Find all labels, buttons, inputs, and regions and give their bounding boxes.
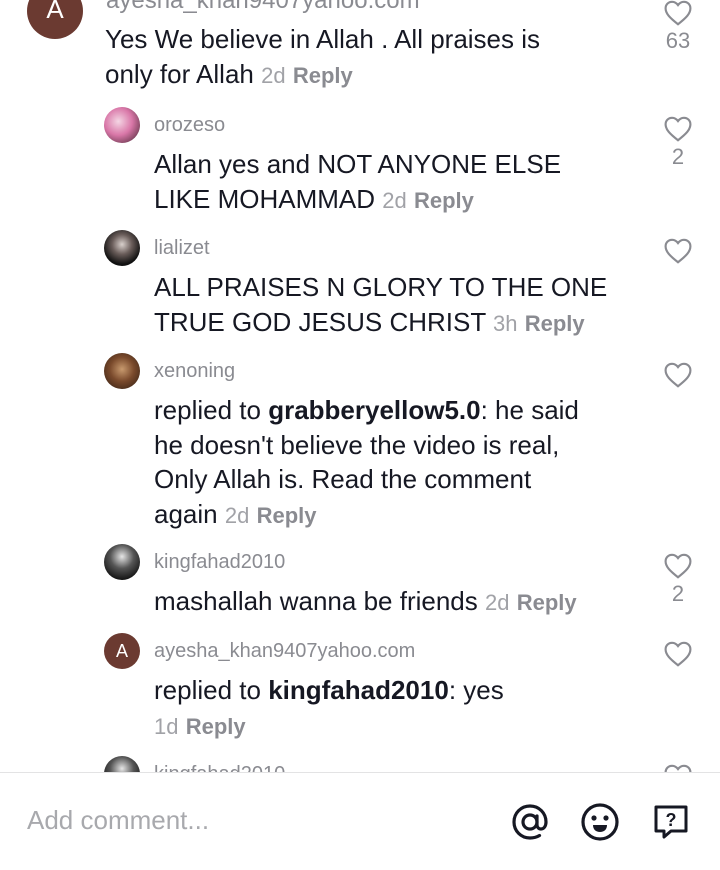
comment-input[interactable]: Add comment... [27, 805, 209, 836]
mention-link[interactable]: kingfahad2010 [268, 675, 449, 705]
comment-username[interactable]: orozeso [154, 114, 225, 137]
comment-body: Allan yes and NOT ANYONE ELSE LIKE MOHAM… [154, 149, 562, 214]
avatar[interactable]: A [104, 633, 140, 669]
comment-time: 1d [154, 713, 179, 739]
reply-button[interactable]: Reply [414, 188, 474, 213]
reply-button[interactable]: Reply [186, 714, 246, 739]
like-button[interactable] [658, 764, 698, 772]
at-icon[interactable] [510, 802, 550, 842]
like-button[interactable] [658, 238, 698, 266]
comment-username[interactable]: xenoning [154, 360, 235, 383]
mention-link[interactable]: grabberyellow5.0 [268, 395, 480, 425]
comment-text: Yes We believe in Allah . All praises is… [105, 22, 540, 93]
comment-username[interactable]: ayesha_khan9407yahoo.com [106, 0, 420, 15]
emoji-icon[interactable] [580, 802, 620, 842]
comment-list[interactable]: A ayesha_khan9407yahoo.com Yes We believ… [0, 0, 720, 772]
reply-button[interactable]: Reply [525, 311, 585, 336]
like-count: 2 [671, 581, 685, 606]
comment-username[interactable]: ayesha_khan9407yahoo.com [154, 640, 415, 663]
comment-input-bar: Add comment... ? [0, 773, 720, 870]
heart-icon [664, 764, 692, 772]
avatar[interactable] [104, 107, 140, 143]
avatar[interactable] [104, 353, 140, 389]
heart-icon [664, 641, 692, 667]
svg-text:?: ? [666, 810, 677, 830]
question-icon[interactable]: ? [651, 802, 691, 842]
heart-icon [664, 238, 692, 264]
comment-time: 2d [224, 502, 250, 528]
reply-button[interactable]: Reply [293, 63, 353, 88]
comment-time: 2d [382, 187, 407, 213]
comment-body: : yes [448, 675, 504, 705]
comment-text: mashallah wanna be friends 2d Reply [154, 584, 577, 621]
comment-text: replied to kingfahad2010: yes 1d Reply [154, 673, 504, 744]
heart-icon [664, 0, 692, 26]
heart-icon [664, 116, 692, 142]
comment-body: mashallah wanna be friends [154, 586, 478, 616]
heart-icon [664, 362, 692, 388]
comment-text: Allan yes and NOT ANYONE ELSE LIKE MOHAM… [154, 147, 561, 218]
comment-time: 2d [261, 62, 286, 88]
like-button[interactable]: 63 [658, 0, 698, 54]
replied-to-label: replied to [154, 675, 269, 705]
avatar[interactable] [104, 756, 140, 772]
like-button[interactable]: 2 [658, 553, 698, 607]
like-button[interactable] [658, 362, 698, 390]
avatar-letter: A [115, 640, 128, 661]
avatar-letter: A [46, 0, 64, 24]
avatar[interactable] [104, 544, 140, 580]
comment-username[interactable]: kingfahad2010 [154, 763, 285, 772]
like-button[interactable]: 2 [658, 116, 698, 170]
avatar[interactable] [104, 230, 140, 266]
heart-icon [664, 553, 692, 579]
comment-text: replied to grabberyellow5.0: he said he … [154, 393, 579, 533]
comment-username[interactable]: kingfahad2010 [154, 551, 285, 574]
comment-time: 2d [485, 590, 510, 615]
replied-to-label: replied to [154, 395, 269, 425]
avatar[interactable]: A [27, 0, 83, 39]
comment-time: 3h [493, 310, 518, 336]
like-button[interactable] [658, 641, 698, 669]
reply-button[interactable]: Reply [257, 503, 317, 528]
like-count: 2 [671, 144, 685, 169]
comment-text: ALL PRAISES N GLORY TO THE ONE TRUE GOD … [154, 270, 607, 341]
comment-username[interactable]: lializet [154, 237, 210, 260]
like-count: 63 [665, 28, 691, 53]
reply-button[interactable]: Reply [517, 590, 577, 615]
